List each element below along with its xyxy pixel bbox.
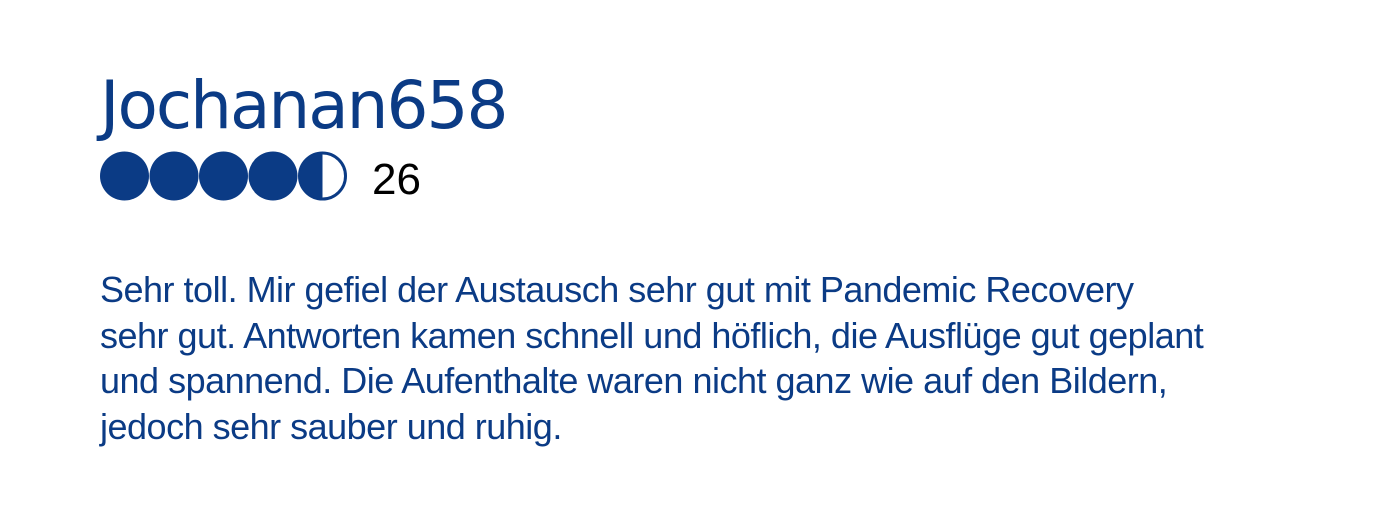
rating-row: 26: [100, 151, 421, 204]
rating-bubble: [100, 151, 149, 201]
review-card: Jochanan658 26 Sehr toll. Mir gefiel der…: [0, 0, 1375, 505]
rating-bubble: [298, 151, 347, 201]
rating-bubble: [199, 151, 248, 201]
reviewer-username: Jochanan658: [100, 67, 508, 144]
rating-bubble: [248, 151, 298, 201]
review-count: 26: [372, 155, 421, 204]
review-body: Sehr toll. Mir gefiel der Austausch sehr…: [100, 269, 1204, 447]
bubble-rating-icon: [100, 151, 347, 201]
rating-bubble: [149, 151, 199, 201]
